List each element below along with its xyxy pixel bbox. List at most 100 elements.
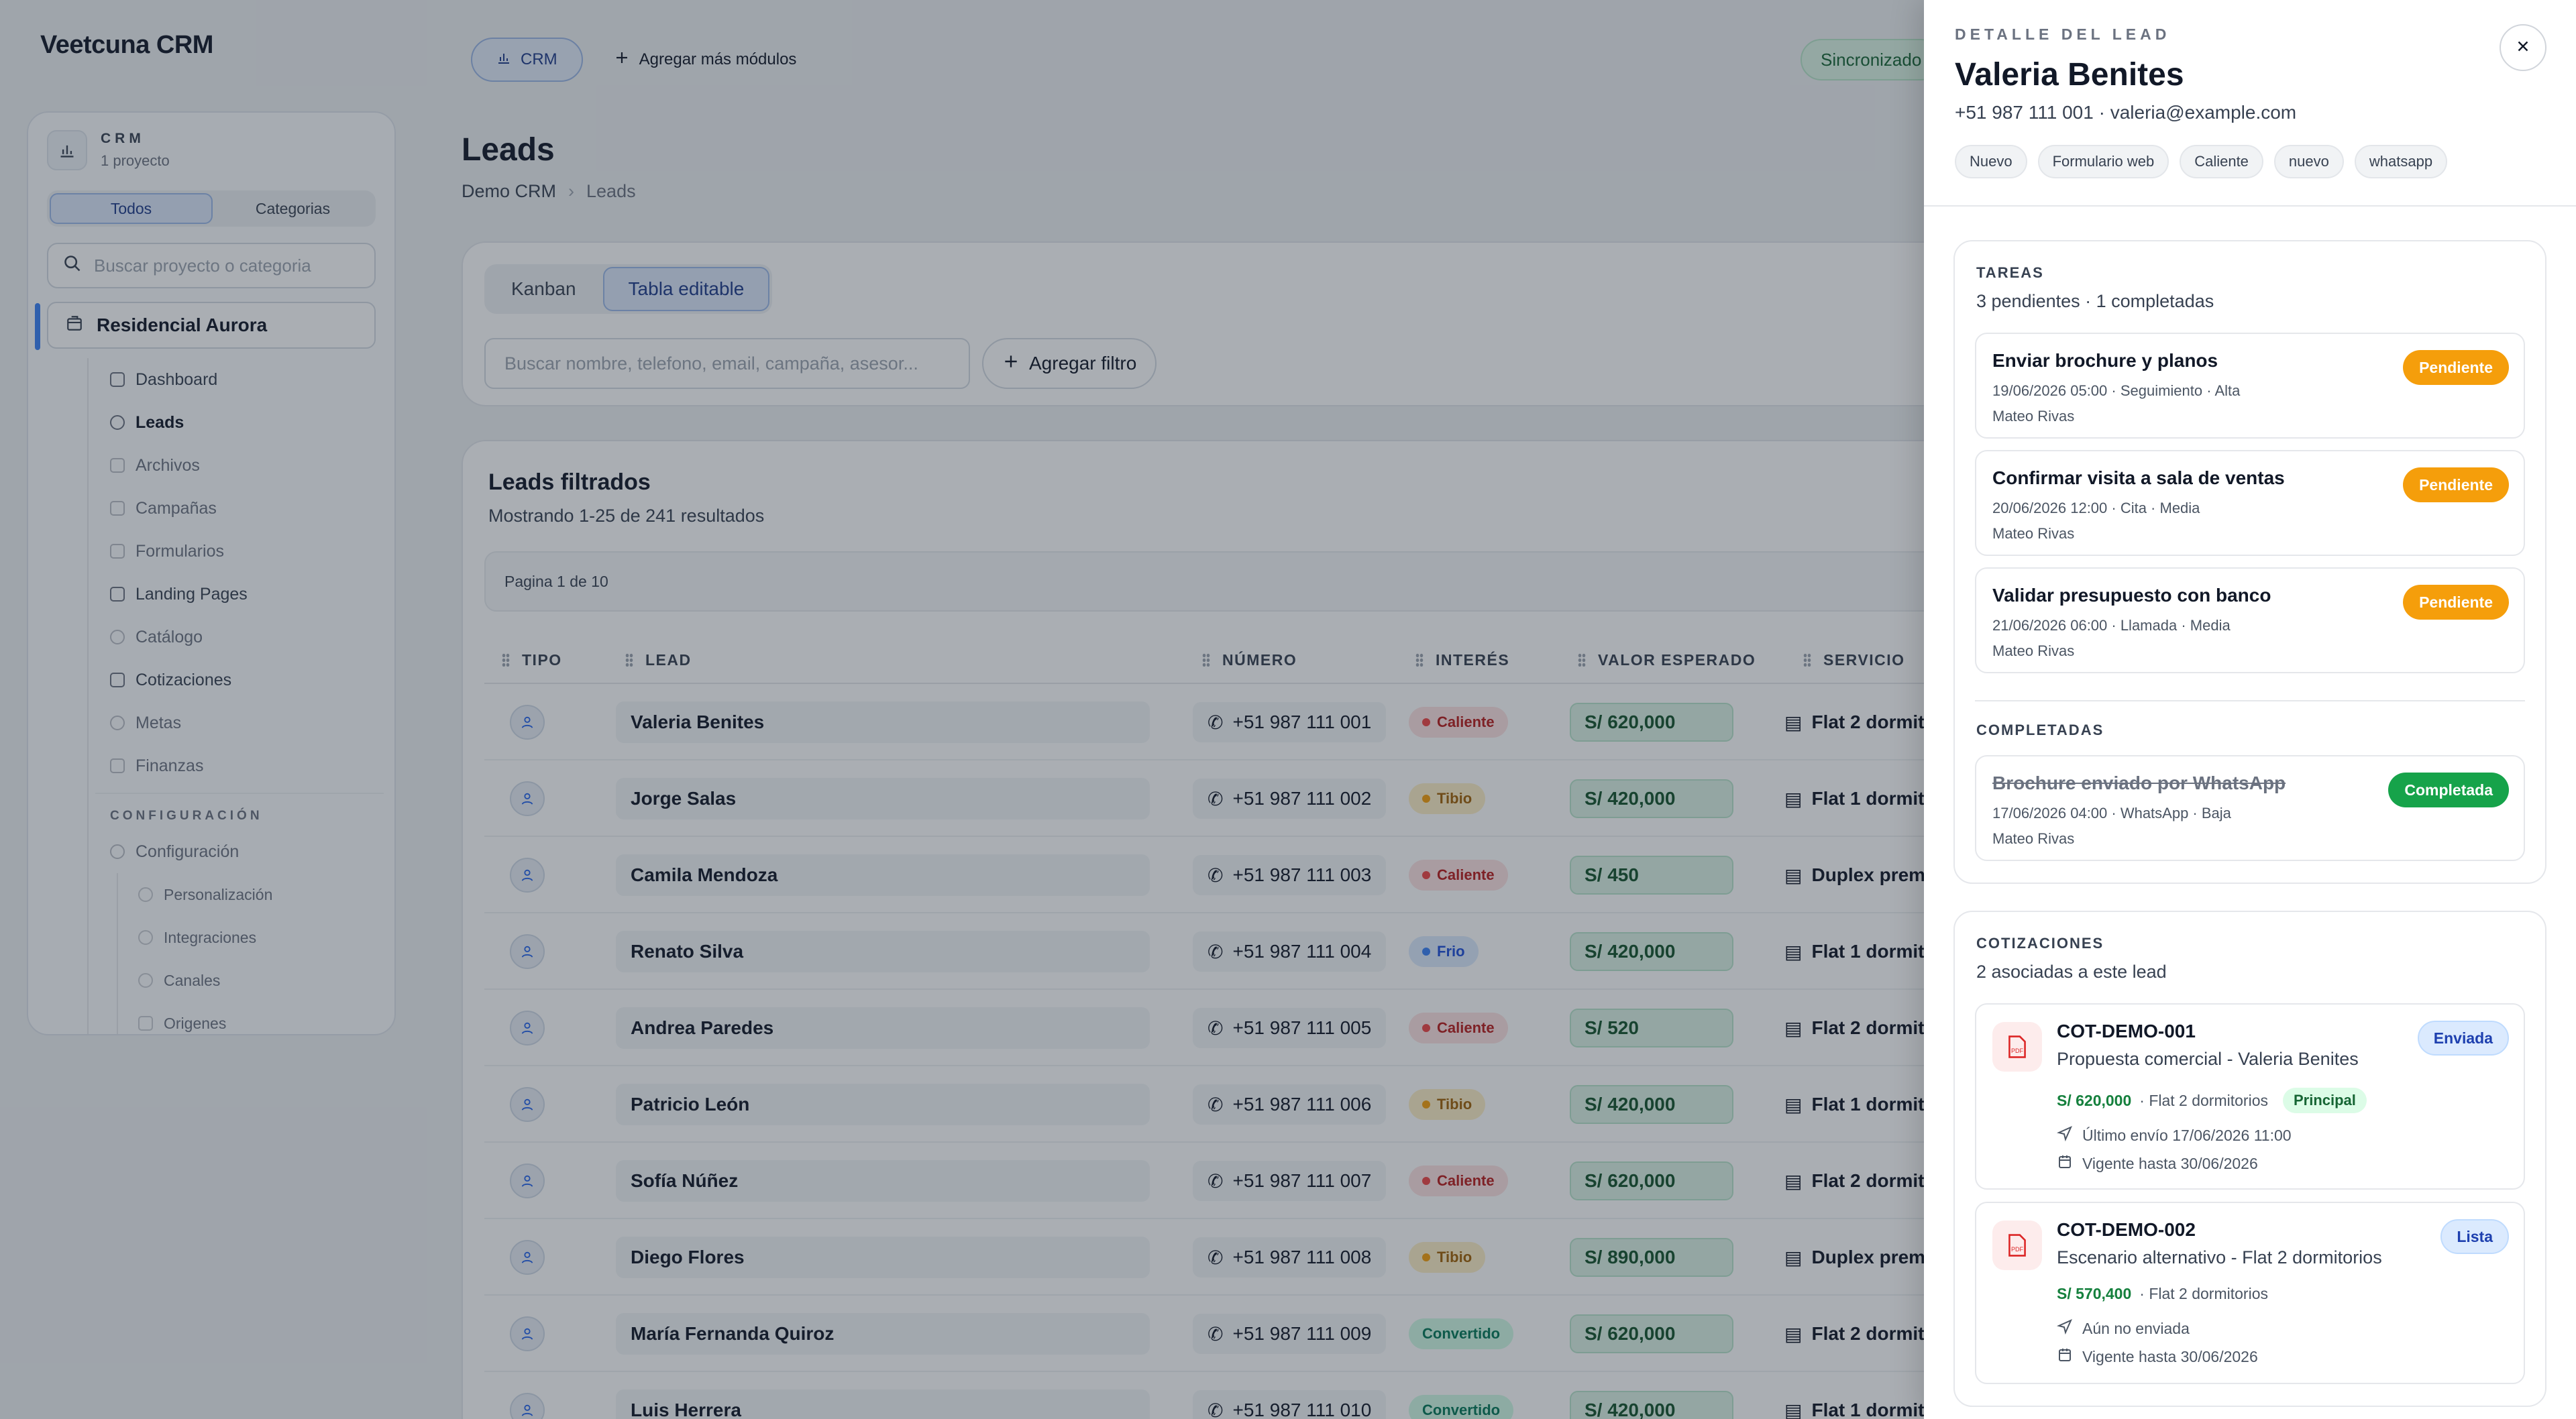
expected-value[interactable]: S/ 620,000 xyxy=(1570,1161,1733,1200)
table-row[interactable]: Camila Mendoza ✆ +51 987 111 003 Caliente… xyxy=(484,837,2003,913)
quote-card[interactable]: PDF COT-DEMO-001 Propuesta comercial - V… xyxy=(1975,1003,2525,1190)
table-row[interactable]: Diego Flores ✆ +51 987 111 008 Tibio S/ 8… xyxy=(484,1219,2003,1296)
sidebar-item-landing-pages[interactable]: Landing Pages xyxy=(95,573,384,616)
sidebar-subitem-integraciones[interactable]: Integraciones xyxy=(118,916,384,959)
col-interes[interactable]: INTERÉS xyxy=(1415,636,1509,684)
project-search-input[interactable]: Buscar proyecto o categoria xyxy=(47,243,376,288)
lead-phone[interactable]: ✆ +51 987 111 009 xyxy=(1193,1314,1387,1354)
lead-name[interactable]: Renato Silva xyxy=(616,931,1150,972)
interest-badge[interactable]: Caliente xyxy=(1409,707,1508,738)
expected-value[interactable]: S/ 520 xyxy=(1570,1009,1733,1047)
table-row[interactable]: Patricio León ✆ +51 987 111 006 Tibio S/ … xyxy=(484,1066,2003,1143)
lead-name[interactable]: Patricio León xyxy=(616,1084,1150,1125)
sidebar-subitem-origenes[interactable]: Origenes xyxy=(118,1002,384,1034)
seg-all-button[interactable]: Todos xyxy=(50,193,213,224)
task-card[interactable]: Enviar brochure y planos 19/06/2026 05:0… xyxy=(1975,333,2525,439)
task-card[interactable]: Confirmar visita a sala de ventas 20/06/… xyxy=(1975,450,2525,556)
view-table-tab[interactable]: Tabla editable xyxy=(602,267,770,311)
module-tab-crm[interactable]: CRM xyxy=(471,38,583,82)
expected-value[interactable]: S/ 420,000 xyxy=(1570,1391,1733,1419)
task-status-badge[interactable]: Completada xyxy=(2388,773,2509,807)
drag-handle-icon[interactable] xyxy=(1202,653,1210,667)
sidebar-item-configuracion[interactable]: Configuración xyxy=(95,830,384,873)
lead-phone[interactable]: ✆ +51 987 111 006 xyxy=(1193,1084,1387,1125)
task-status-badge[interactable]: Pendiente xyxy=(2403,467,2509,502)
project-residencial-aurora[interactable]: Residencial Aurora xyxy=(35,302,376,350)
sidebar-item-leads[interactable]: Leads xyxy=(95,401,384,444)
table-row[interactable]: Jorge Salas ✆ +51 987 111 002 Tibio S/ 42… xyxy=(484,760,2003,837)
table-row[interactable]: María Fernanda Quiroz ✆ +51 987 111 009 C… xyxy=(484,1296,2003,1372)
interest-badge[interactable]: Caliente xyxy=(1409,1166,1508,1196)
lead-name[interactable]: Diego Flores xyxy=(616,1237,1150,1278)
table-row[interactable]: Luis Herrera ✆ +51 987 111 010 Convertido… xyxy=(484,1372,2003,1419)
lead-phone[interactable]: ✆ +51 987 111 010 xyxy=(1193,1390,1387,1419)
drag-handle-icon[interactable] xyxy=(625,653,633,667)
sidebar-subitem-canales[interactable]: Canales xyxy=(118,959,384,1002)
interest-badge[interactable]: Tibio xyxy=(1409,783,1486,814)
lead-phone[interactable]: ✆ +51 987 111 004 xyxy=(1193,931,1387,972)
drag-handle-icon[interactable] xyxy=(1803,653,1811,667)
interest-badge[interactable]: Frio xyxy=(1409,936,1479,967)
col-lead[interactable]: LEAD xyxy=(625,636,692,684)
interest-badge[interactable]: Convertido xyxy=(1409,1395,1514,1419)
sidebar-item-archivos[interactable]: Archivos xyxy=(95,444,384,487)
seg-categories-button[interactable]: Categorias xyxy=(213,193,373,224)
table-row[interactable]: Sofía Núñez ✆ +51 987 111 007 Caliente S/… xyxy=(484,1143,2003,1219)
task-status-badge[interactable]: Pendiente xyxy=(2403,585,2509,620)
lead-name[interactable]: María Fernanda Quiroz xyxy=(616,1313,1150,1355)
lead-phone[interactable]: ✆ +51 987 111 007 xyxy=(1193,1161,1387,1201)
expected-value[interactable]: S/ 420,000 xyxy=(1570,932,1733,971)
expected-value[interactable]: S/ 620,000 xyxy=(1570,703,1733,742)
interest-badge[interactable]: Caliente xyxy=(1409,860,1508,891)
leads-search-input[interactable]: Buscar nombre, telefono, email, campaña,… xyxy=(484,338,970,389)
table-row[interactable]: Andrea Paredes ✆ +51 987 111 005 Caliente… xyxy=(484,990,2003,1066)
quote-card[interactable]: PDF COT-DEMO-002 Escenario alternativo -… xyxy=(1975,1202,2525,1384)
sidebar-item-finanzas[interactable]: Finanzas xyxy=(95,744,384,787)
lead-name[interactable]: Andrea Paredes xyxy=(616,1007,1150,1049)
lead-name[interactable]: Jorge Salas xyxy=(616,778,1150,819)
sidebar-item-cotizaciones[interactable]: Cotizaciones xyxy=(95,659,384,701)
task-status-badge[interactable]: Pendiente xyxy=(2403,350,2509,385)
lead-phone[interactable]: ✆ +51 987 111 001 xyxy=(1193,702,1387,742)
interest-badge[interactable]: Convertido xyxy=(1409,1318,1514,1349)
interest-badge[interactable]: Caliente xyxy=(1409,1013,1508,1043)
sidebar-item-dashboard[interactable]: Dashboard xyxy=(95,358,384,401)
col-servicio[interactable]: SERVICIO xyxy=(1803,636,1905,684)
lead-name[interactable]: Valeria Benites xyxy=(616,701,1150,743)
lead-phone[interactable]: ✆ +51 987 111 005 xyxy=(1193,1008,1387,1048)
drag-handle-icon[interactable] xyxy=(1415,653,1424,667)
add-modules-button[interactable]: Agregar más módulos xyxy=(600,50,810,70)
expected-value[interactable]: S/ 890,000 xyxy=(1570,1238,1733,1277)
sidebar-item-campanas[interactable]: Campañas xyxy=(95,487,384,530)
sidebar-item-catalogo[interactable]: Catálogo xyxy=(95,616,384,659)
expected-value[interactable]: S/ 450 xyxy=(1570,856,1733,895)
col-valor-esperado[interactable]: VALOR ESPERADO xyxy=(1578,636,1756,684)
task-card[interactable]: Validar presupuesto con banco 21/06/2026… xyxy=(1975,567,2525,673)
expected-value[interactable]: S/ 420,000 xyxy=(1570,779,1733,818)
col-numero[interactable]: NÚMERO xyxy=(1202,636,1297,684)
lead-name[interactable]: Camila Mendoza xyxy=(616,854,1150,896)
table-row[interactable]: Valeria Benites ✆ +51 987 111 001 Calient… xyxy=(484,684,2003,760)
lead-phone[interactable]: ✆ +51 987 111 002 xyxy=(1193,779,1387,819)
drag-handle-icon[interactable] xyxy=(1578,653,1586,667)
sidebar-subitem-personalizacion[interactable]: Personalización xyxy=(118,873,384,916)
expected-value[interactable]: S/ 620,000 xyxy=(1570,1314,1733,1353)
drag-handle-icon[interactable] xyxy=(502,653,510,667)
lead-phone[interactable]: ✆ +51 987 111 008 xyxy=(1193,1237,1387,1278)
interest-badge[interactable]: Tibio xyxy=(1409,1089,1486,1120)
person-icon xyxy=(510,781,545,816)
view-kanban-tab[interactable]: Kanban xyxy=(487,267,600,311)
sidebar-item-formularios[interactable]: Formularios xyxy=(95,530,384,573)
sidebar-item-metas[interactable]: Metas xyxy=(95,701,384,744)
add-filter-button[interactable]: Agregar filtro xyxy=(982,338,1157,389)
interest-badge[interactable]: Tibio xyxy=(1409,1242,1486,1273)
expected-value[interactable]: S/ 420,000 xyxy=(1570,1085,1733,1124)
lead-phone[interactable]: ✆ +51 987 111 003 xyxy=(1193,855,1387,895)
close-panel-button[interactable] xyxy=(2500,24,2546,71)
breadcrumb-demo-crm[interactable]: Demo CRM xyxy=(462,181,556,202)
lead-name[interactable]: Sofía Núñez xyxy=(616,1160,1150,1202)
lead-name[interactable]: Luis Herrera xyxy=(616,1389,1150,1419)
col-tipo[interactable]: TIPO xyxy=(502,636,562,684)
table-row[interactable]: Renato Silva ✆ +51 987 111 004 Frio S/ 42… xyxy=(484,913,2003,990)
task-card-completed[interactable]: Brochure enviado por WhatsApp 17/06/2026… xyxy=(1975,755,2525,861)
